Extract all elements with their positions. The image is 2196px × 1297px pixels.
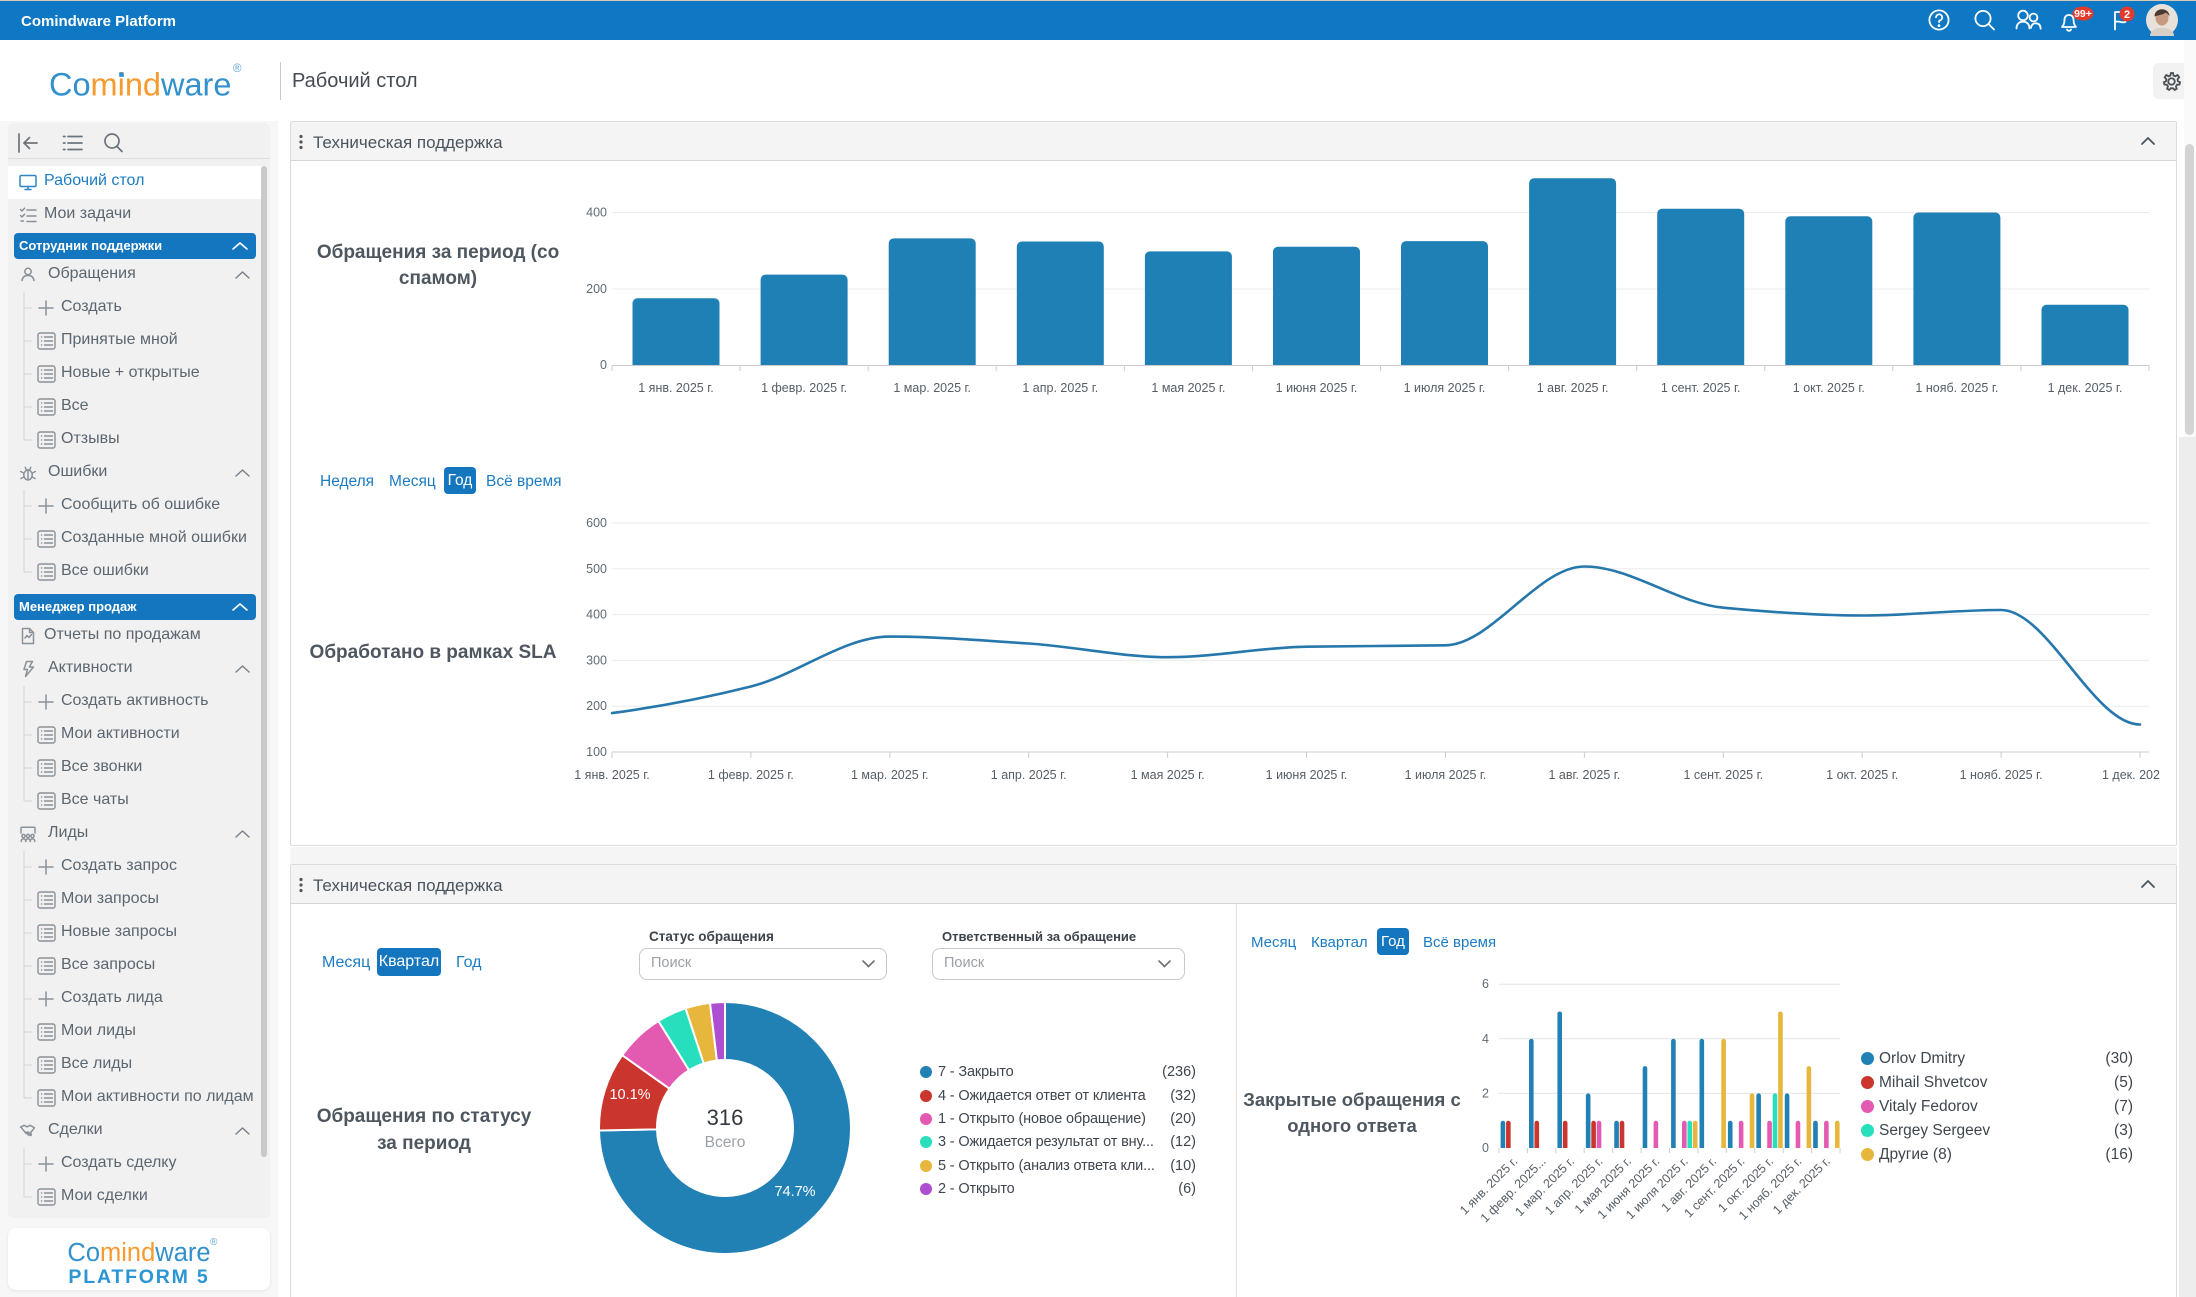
svg-text:®: ® <box>233 63 242 75</box>
svg-text:Comindware: Comindware <box>49 67 231 103</box>
svg-text:99+: 99+ <box>2074 8 2092 20</box>
svg-text:2: 2 <box>2124 9 2130 21</box>
svg-text:PLATFORM 5: PLATFORM 5 <box>68 1266 209 1288</box>
svg-text:Comindware: Comindware <box>67 1239 210 1267</box>
svg-text:®: ® <box>210 1237 218 1248</box>
